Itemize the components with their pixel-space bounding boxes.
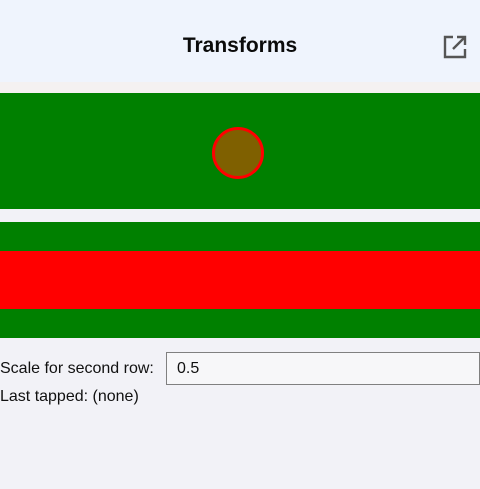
scale-label: Scale for second row:	[0, 360, 154, 377]
last-tapped-status: Last tapped: (none)	[0, 388, 139, 405]
scaled-red-bar[interactable]	[0, 251, 480, 309]
second-row[interactable]	[0, 222, 480, 338]
circle-target[interactable]	[212, 127, 264, 179]
navigation-bar: Transforms	[0, 0, 480, 82]
header-divider	[0, 82, 480, 93]
open-in-new-icon[interactable]	[442, 34, 468, 60]
scale-input[interactable]	[166, 352, 480, 385]
page-title: Transforms	[182, 34, 298, 57]
first-row[interactable]	[0, 93, 480, 209]
